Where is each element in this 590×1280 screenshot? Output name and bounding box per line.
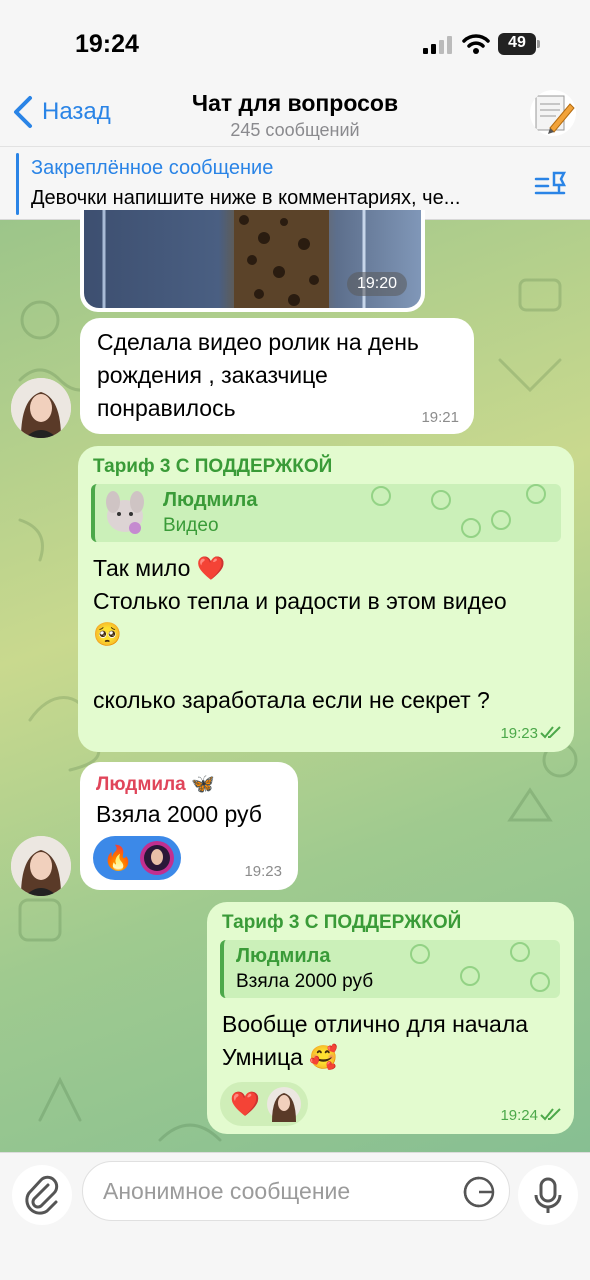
message-text: Так мило ❤️ Столько тепла и радости в эт…	[93, 555, 507, 713]
message-time: 19:23	[244, 863, 282, 880]
nav-header: Назад Чат для вопросов 245 сообщений	[0, 80, 590, 146]
avatar[interactable]	[11, 378, 71, 438]
reactor-avatar	[139, 841, 174, 875]
voice-record-button[interactable]	[518, 1165, 578, 1225]
incoming-message[interactable]: Людмила 🦋 Взяла 2000 руб 🔥 19:23	[80, 762, 298, 890]
user-photo	[11, 836, 71, 896]
incoming-message[interactable]: Сделала видео ролик на день рождения , з…	[80, 318, 474, 434]
reply-preview[interactable]: Людмила Видео	[91, 484, 561, 542]
reply-pattern	[410, 942, 550, 992]
message-text: Взяла 2000 руб	[96, 801, 262, 827]
double-check-icon	[540, 726, 561, 739]
outgoing-message[interactable]: Тариф 3 С ПОДДЕРЖКОЙ Людмила Видео Так м…	[78, 446, 574, 752]
chat-subtitle: 245 сообщений	[230, 120, 360, 140]
message-time: 19:24	[500, 1107, 538, 1124]
status-time: 19:24	[75, 30, 139, 58]
sender-name: Тариф 3 С ПОДДЕРЖКОЙ	[222, 912, 462, 933]
microphone-icon	[534, 1177, 562, 1213]
pinned-text: Девочки напишите ниже в комментариях, че…	[31, 187, 461, 209]
status-bar: 19:24 49	[0, 0, 590, 90]
outgoing-message[interactable]: Тариф 3 С ПОДДЕРЖКОЙ Людмила Взяла 2000 …	[207, 902, 574, 1134]
notepad-pencil-icon	[535, 95, 575, 134]
reply-thumbnail	[106, 491, 144, 534]
message-text: Вообще отлично для начала Умница 🥰	[222, 1011, 529, 1070]
message-time: 19:21	[421, 409, 459, 426]
pinned-indicator	[16, 153, 19, 215]
reaction-button[interactable]: ❤️	[220, 1082, 308, 1126]
chat-avatar[interactable]	[530, 90, 576, 136]
reaction-emoji: ❤️	[230, 1090, 260, 1118]
message-text: Сделала видео ролик на день рождения , з…	[97, 329, 419, 421]
video-thumbnail[interactable]: 19:20	[84, 210, 421, 308]
message-input[interactable]	[82, 1161, 510, 1221]
reaction-button[interactable]: 🔥	[93, 836, 181, 880]
chat-title: Чат для вопросов	[191, 90, 399, 116]
wifi-icon	[462, 34, 490, 54]
pinned-list-icon[interactable]	[534, 169, 568, 199]
user-photo	[11, 378, 71, 438]
message-time: 19:20	[346, 272, 407, 296]
paperclip-icon	[25, 1175, 59, 1215]
message-time: 19:23	[500, 725, 538, 742]
double-check-icon	[540, 1108, 561, 1121]
reply-name: Людмила	[163, 489, 258, 511]
reply-text: Видео	[163, 515, 219, 536]
pinned-message-bar[interactable]: Закреплённое сообщение Девочки напишите …	[0, 146, 590, 220]
reply-name: Людмила	[236, 945, 331, 967]
reply-text: Взяла 2000 руб	[236, 971, 374, 992]
battery-level: 49	[508, 34, 526, 51]
reply-preview[interactable]: Людмила Взяла 2000 руб	[220, 940, 560, 998]
sticker-icon[interactable]	[462, 1175, 496, 1209]
video-message[interactable]: 19:20	[80, 210, 425, 312]
reaction-emoji: 🔥	[103, 844, 133, 872]
pinned-title: Закреплённое сообщение	[31, 157, 274, 179]
reply-pattern	[371, 484, 546, 538]
battery-icon: 49	[498, 33, 542, 55]
attach-button[interactable]	[12, 1165, 72, 1225]
reactor-avatar	[266, 1087, 301, 1122]
sender-name: Людмила 🦋	[96, 774, 215, 795]
sender-name: Тариф 3 С ПОДДЕРЖКОЙ	[93, 456, 333, 477]
cellular-signal-icon	[423, 36, 452, 54]
avatar[interactable]	[11, 836, 71, 896]
message-input-bar	[0, 1152, 590, 1280]
